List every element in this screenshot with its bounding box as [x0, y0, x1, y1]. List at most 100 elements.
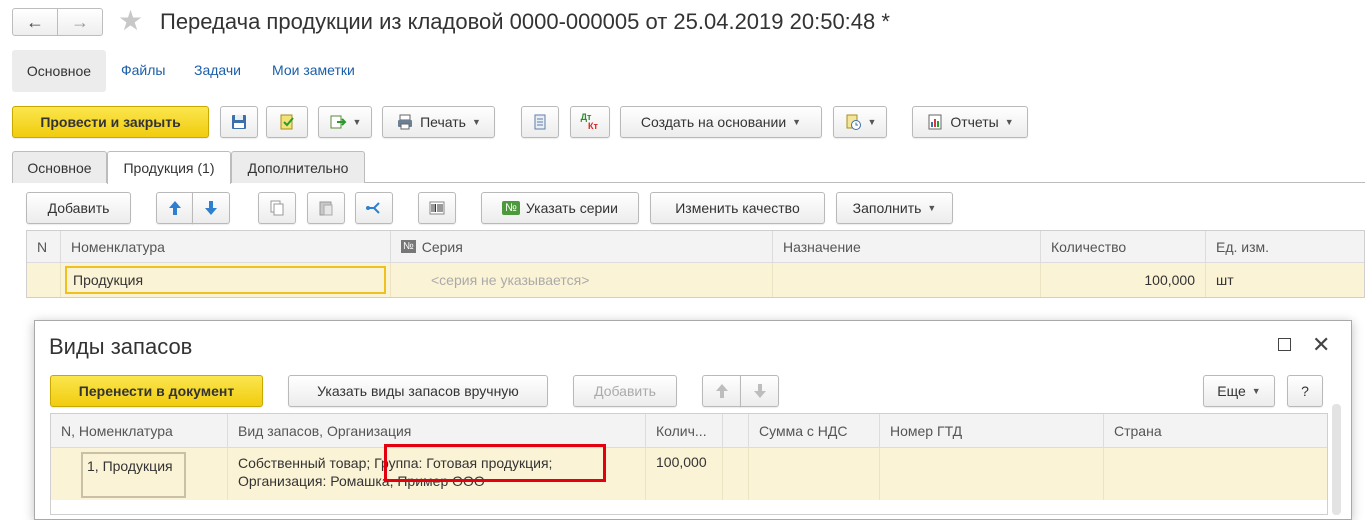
dialog-scrollbar[interactable] [1332, 404, 1341, 515]
highlight-box [384, 444, 606, 482]
cell-quantity[interactable]: 100,000 [646, 448, 723, 500]
dt-kt-button[interactable]: Дт Кт [570, 106, 610, 138]
post-and-close-button[interactable]: Провести и закрыть [12, 106, 209, 138]
number-sign-icon: № [401, 240, 416, 253]
chevron-down-icon: ▼ [471, 117, 481, 127]
cell-sum-vat[interactable] [749, 448, 880, 500]
tab-main[interactable]: Основное [12, 151, 107, 183]
post-button[interactable] [266, 106, 308, 138]
tab-products[interactable]: Продукция (1) [107, 151, 231, 184]
reports-label: Отчеты [950, 114, 999, 130]
dialog-move-up-button[interactable] [702, 375, 741, 407]
arrow-up-icon [715, 384, 728, 398]
list-icon [534, 114, 546, 130]
tab-additional[interactable]: Дополнительно [231, 151, 365, 183]
column-header-n[interactable]: N [27, 231, 61, 262]
move-down-button[interactable] [192, 192, 230, 224]
copy-doc-menu-button[interactable]: ▼ [318, 106, 372, 138]
report-icon [928, 114, 942, 130]
section-main[interactable]: Основное [12, 50, 106, 92]
column-header-n-nomenclature[interactable]: N, Номенклатура [51, 414, 228, 447]
arrow-right-icon: → [71, 11, 89, 32]
section-tasks-link[interactable]: Задачи [194, 62, 241, 78]
transfer-to-document-button[interactable]: Перенести в документ [50, 375, 263, 407]
journal-button[interactable] [521, 106, 559, 138]
copy-icon [270, 200, 284, 216]
column-header-quantity[interactable]: Количество [1041, 231, 1206, 262]
table-row[interactable]: Продукция <серия не указывается> 100,000… [27, 263, 1364, 297]
chevron-down-icon: ▼ [867, 117, 877, 127]
column-header-purpose[interactable]: Назначение [773, 231, 1041, 262]
chevron-down-icon: ▼ [792, 117, 802, 127]
specify-series-button[interactable]: № Указать серии [481, 192, 639, 224]
maximize-icon[interactable] [1278, 338, 1291, 351]
more-label: Еще [1217, 383, 1246, 399]
specify-series-label: Указать серии [525, 200, 618, 216]
cell-country[interactable] [1104, 448, 1327, 500]
document-arrow-icon [330, 115, 346, 129]
cell-gtd-number[interactable] [880, 448, 1104, 500]
forward-button[interactable]: → [57, 8, 103, 36]
chevron-down-icon: ▼ [927, 203, 937, 213]
column-header-spacer [723, 414, 749, 447]
row-number-nomenclature[interactable]: 1, Продукция [81, 452, 186, 498]
table-row[interactable]: 1, Продукция Собственный товар; Группа: … [51, 448, 1327, 500]
help-button[interactable]: ? [1287, 375, 1323, 407]
add-product-button[interactable]: Добавить [26, 192, 131, 224]
cell-quantity[interactable]: 100,000 [1041, 263, 1206, 297]
cell-unit[interactable]: шт [1206, 263, 1364, 297]
copy-row-button[interactable] [258, 192, 296, 224]
series-number-icon: № [502, 201, 520, 215]
save-icon [232, 115, 246, 129]
move-up-button[interactable] [156, 192, 193, 224]
specify-stock-types-manually-button[interactable]: Указать виды запасов вручную [288, 375, 548, 407]
barcode-button[interactable] [418, 192, 456, 224]
dialog-move-down-button[interactable] [740, 375, 779, 407]
arrow-down-icon [205, 201, 217, 215]
column-header-sum-vat[interactable]: Сумма с НДС [749, 414, 880, 447]
arrow-down-icon [753, 384, 766, 398]
cell-n [27, 263, 61, 297]
column-header-series[interactable]: № Серия [391, 231, 773, 262]
cell-series[interactable]: <серия не указывается> [391, 263, 773, 297]
save-button[interactable] [220, 106, 258, 138]
window-title: Передача продукции из кладовой 0000-0000… [160, 9, 890, 34]
document-clock-icon [846, 114, 861, 130]
column-header-nomenclature[interactable]: Номенклатура [61, 231, 391, 262]
fill-button[interactable]: Заполнить ▼ [836, 192, 953, 224]
section-notes-link[interactable]: Мои заметки [272, 62, 355, 78]
more-button[interactable]: Еще ▼ [1203, 375, 1275, 407]
reports-button[interactable]: Отчеты ▼ [912, 106, 1028, 138]
cell-nomenclature[interactable]: Продукция [61, 263, 391, 297]
paste-row-button[interactable] [307, 192, 345, 224]
print-button[interactable]: Печать ▼ [382, 106, 495, 138]
close-icon[interactable]: ✕ [1312, 330, 1330, 360]
cell-purpose[interactable] [773, 263, 1041, 297]
print-label: Печать [420, 114, 466, 130]
cell-n-nomenclature[interactable]: 1, Продукция [51, 448, 228, 500]
dialog-add-button[interactable]: Добавить [573, 375, 677, 407]
nomenclature-field[interactable]: Продукция [65, 266, 386, 294]
history-menu-button[interactable]: ▼ [833, 106, 887, 138]
star-icon[interactable]: ★ [118, 6, 143, 36]
chevron-down-icon: ▼ [352, 117, 362, 127]
create-based-on-button[interactable]: Создать на основании ▼ [620, 106, 822, 138]
change-quality-button[interactable]: Изменить качество [650, 192, 825, 224]
column-header-country[interactable]: Страна [1104, 414, 1327, 447]
split-row-button[interactable] [355, 192, 393, 224]
column-header-series-label: Серия [421, 238, 463, 255]
dialog-title: Виды запасов [49, 334, 193, 359]
column-header-gtd-number[interactable]: Номер ГТД [880, 414, 1104, 447]
section-files-link[interactable]: Файлы [121, 62, 165, 78]
back-button[interactable]: ← [12, 8, 58, 36]
products-table-header: N Номенклатура № Серия Назначение Количе… [27, 231, 1364, 263]
printer-icon [398, 114, 413, 130]
column-header-stock-type-organization[interactable]: Вид запасов, Организация [228, 414, 646, 447]
column-header-quantity[interactable]: Колич... [646, 414, 723, 447]
barcode-icon [429, 201, 445, 215]
products-table: N Номенклатура № Серия Назначение Количе… [26, 230, 1365, 298]
post-document-icon [280, 114, 294, 130]
arrow-left-icon: ← [26, 11, 44, 32]
cell-spacer [723, 448, 749, 500]
column-header-unit[interactable]: Ед. изм. [1206, 231, 1364, 262]
